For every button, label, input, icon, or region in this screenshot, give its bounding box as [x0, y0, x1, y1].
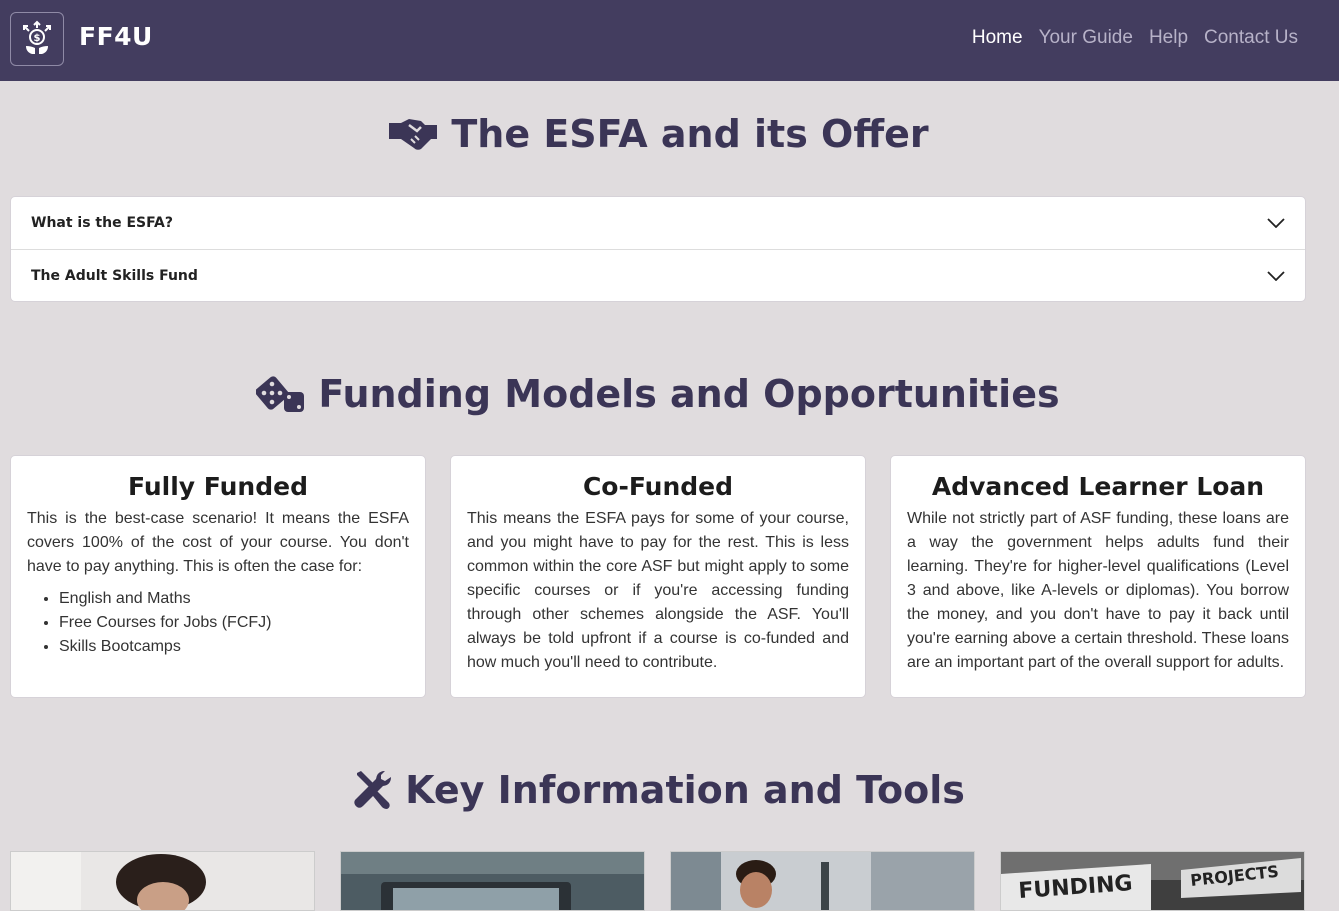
funding-heading: Funding Models and Opportunities — [0, 372, 1316, 416]
tile-image-person[interactable] — [670, 851, 975, 911]
handshake-icon — [389, 119, 438, 150]
tools-heading: Key Information and Tools — [0, 768, 1316, 812]
tile-image-laptop[interactable] — [340, 851, 645, 911]
logo-icon[interactable]: $ — [10, 12, 64, 66]
card-advanced-learner-loan: Advanced Learner Loan While not strictly… — [890, 455, 1306, 698]
brand-name[interactable]: FF4U — [79, 22, 153, 51]
card-title: Fully Funded — [128, 472, 308, 501]
accordion-title: What is the ESFA? — [31, 215, 174, 231]
chevron-down-icon[interactable] — [1267, 218, 1285, 228]
svg-text:$: $ — [34, 33, 41, 44]
accordion-item-adult-skills-fund[interactable]: The Adult Skills Fund — [11, 249, 1305, 301]
list-item: English and Maths — [59, 587, 409, 611]
list-item: Skills Bootcamps — [59, 635, 409, 659]
funding-cards: Fully Funded This is the best-case scena… — [10, 455, 1306, 698]
tile-image-funding-folders[interactable]: FUNDING PROJECTS — [1000, 851, 1305, 911]
card-list: English and Maths Free Courses for Jobs … — [27, 587, 409, 659]
tools-tiles: FUNDING PROJECTS — [10, 851, 1305, 911]
tools-heading-text: Key Information and Tools — [405, 768, 965, 812]
dice-icon — [256, 376, 305, 412]
nav-guide-link[interactable]: Your Guide — [1039, 27, 1133, 49]
accordion-title: The Adult Skills Fund — [31, 267, 198, 284]
nav-contact-link[interactable]: Contact Us — [1204, 27, 1298, 49]
esfa-heading-text: The ESFA and its Offer — [451, 112, 929, 156]
card-co-funded: Co-Funded This means the ESFA pays for s… — [450, 455, 866, 698]
card-title: Advanced Learner Loan — [931, 472, 1265, 501]
tile-image-student[interactable] — [10, 851, 315, 911]
funding-heading-text: Funding Models and Opportunities — [318, 372, 1060, 416]
card-text: While not strictly part of ASF funding, … — [907, 510, 1289, 671]
accordion-item-what-is-esfa[interactable]: What is the ESFA? — [11, 197, 1305, 249]
navbar: $ FF4U Home Your Guide Help Contact Us — [0, 0, 1339, 81]
list-item: Free Courses for Jobs (FCFJ) — [59, 611, 409, 635]
card-fully-funded: Fully Funded This is the best-case scena… — [10, 455, 426, 698]
card-text: This is the best-case scenario! It means… — [27, 510, 409, 575]
nav-links: Home Your Guide Help Contact Us — [972, 27, 1298, 49]
nav-help-link[interactable]: Help — [1149, 27, 1188, 49]
chevron-down-icon[interactable] — [1267, 270, 1285, 281]
esfa-heading: The ESFA and its Offer — [0, 112, 1316, 156]
card-text: This means the ESFA pays for some of you… — [467, 510, 849, 671]
tools-icon — [354, 771, 392, 809]
card-title: Co-Funded — [582, 472, 734, 501]
nav-home-link[interactable]: Home — [972, 27, 1023, 49]
esfa-accordion: What is the ESFA? The Adult Skills Fund — [10, 196, 1306, 302]
